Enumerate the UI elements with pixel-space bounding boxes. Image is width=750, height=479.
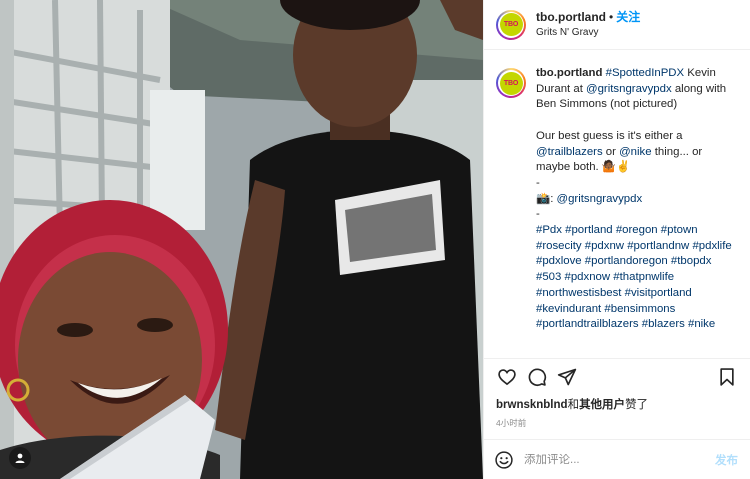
mention-link[interactable]: @gritsngravypdx: [586, 83, 672, 95]
hashtag-link[interactable]: #bensimmons: [604, 303, 675, 315]
hashtag-link[interactable]: #tbopdx: [671, 255, 712, 267]
hashtag-link[interactable]: #portland: [565, 224, 613, 236]
tbo-logo: TBO: [499, 13, 523, 36]
hashtag-link[interactable]: #oregon: [616, 224, 658, 236]
separator-dot: •: [608, 9, 614, 24]
action-bar: [484, 358, 750, 395]
share-button[interactable]: [552, 362, 582, 392]
tbo-logo: TBO: [499, 71, 523, 95]
post-photo[interactable]: [0, 0, 483, 479]
hashtag-link[interactable]: #pdxlife: [692, 240, 731, 252]
heart-icon: [498, 369, 516, 386]
hashtag-link[interactable]: #thatpnwlife: [613, 271, 674, 283]
like-button[interactable]: [492, 362, 522, 392]
caption-text: tbo.portland #SpottedInPDX Kevin Durant …: [536, 66, 738, 358]
comment-input[interactable]: [524, 453, 715, 466]
comment-button[interactable]: [522, 362, 552, 392]
likes-summary: brwnsknblnd和其他用户赞了: [496, 399, 649, 411]
hashtag-link[interactable]: #portlandnw: [627, 240, 689, 252]
profile-avatar[interactable]: TBO: [496, 9, 526, 40]
hashtag-link[interactable]: #nike: [688, 318, 715, 330]
post-header: TBO tbo.portland • 关注 Grits N' Gravy: [484, 0, 750, 50]
hashtag-list: #Pdx #portland #oregon #ptown #rosecity …: [536, 223, 738, 333]
post-sidebar: TBO tbo.portland • 关注 Grits N' Gravy TBO t…: [483, 0, 750, 479]
hashtag-link[interactable]: #visitportland: [625, 287, 692, 299]
comment-bar: 发布: [484, 439, 750, 479]
hashtag-link[interactable]: #ptown: [661, 224, 698, 236]
hashtag-link[interactable]: #blazers: [642, 318, 685, 330]
person-icon: [15, 453, 25, 463]
camera-emoji: 📸: [536, 192, 551, 205]
caption-username[interactable]: tbo.portland: [536, 67, 602, 79]
hashtag-link[interactable]: #Pdx: [536, 224, 562, 236]
profile-username[interactable]: tbo.portland: [536, 10, 606, 24]
hashtag-link[interactable]: #portlandtrailblazers: [536, 318, 639, 330]
mention-link[interactable]: @nike: [619, 146, 651, 158]
hashtag-link[interactable]: #503: [536, 271, 561, 283]
hashtag-link[interactable]: #rosecity: [536, 240, 582, 252]
hashtag-link[interactable]: #pdxnow: [565, 271, 611, 283]
user-tag-icon[interactable]: [9, 447, 31, 469]
post-timestamp[interactable]: 4小时前: [484, 413, 750, 439]
bookmark-icon: [720, 368, 734, 386]
mention-link[interactable]: @trailblazers: [536, 146, 603, 158]
post-comment-button[interactable]: 发布: [715, 452, 738, 468]
follow-button[interactable]: 关注: [616, 10, 640, 24]
shrug-emoji: 🤷🏾✌️: [601, 161, 631, 174]
hashtag-link[interactable]: #northwestisbest: [536, 287, 621, 299]
caption-avatar[interactable]: TBO: [496, 68, 526, 98]
hashtag-link[interactable]: #pdxlove: [536, 255, 582, 267]
location-link[interactable]: Grits N' Gravy: [536, 25, 640, 40]
hashtag-link[interactable]: #pdxnw: [585, 240, 624, 252]
hashtag-link[interactable]: #kevindurant: [536, 303, 601, 315]
save-button[interactable]: [712, 362, 742, 392]
comment-icon: [528, 368, 547, 387]
liker-username[interactable]: brwnsknblnd: [496, 399, 568, 411]
mention-link[interactable]: @gritsngravypdx: [557, 193, 643, 205]
hashtag-link[interactable]: #SpottedInPDX: [606, 67, 685, 79]
share-icon: [557, 368, 577, 386]
instagram-post: TBO tbo.portland • 关注 Grits N' Gravy TBO t…: [0, 0, 750, 479]
photo-scene: [0, 0, 483, 479]
caption-section: TBO tbo.portland #SpottedInPDX Kevin Dur…: [484, 50, 750, 358]
smiley-icon[interactable]: [494, 450, 514, 470]
other-likers-link[interactable]: 其他用户: [579, 399, 625, 411]
hashtag-link[interactable]: #portlandoregon: [585, 255, 668, 267]
